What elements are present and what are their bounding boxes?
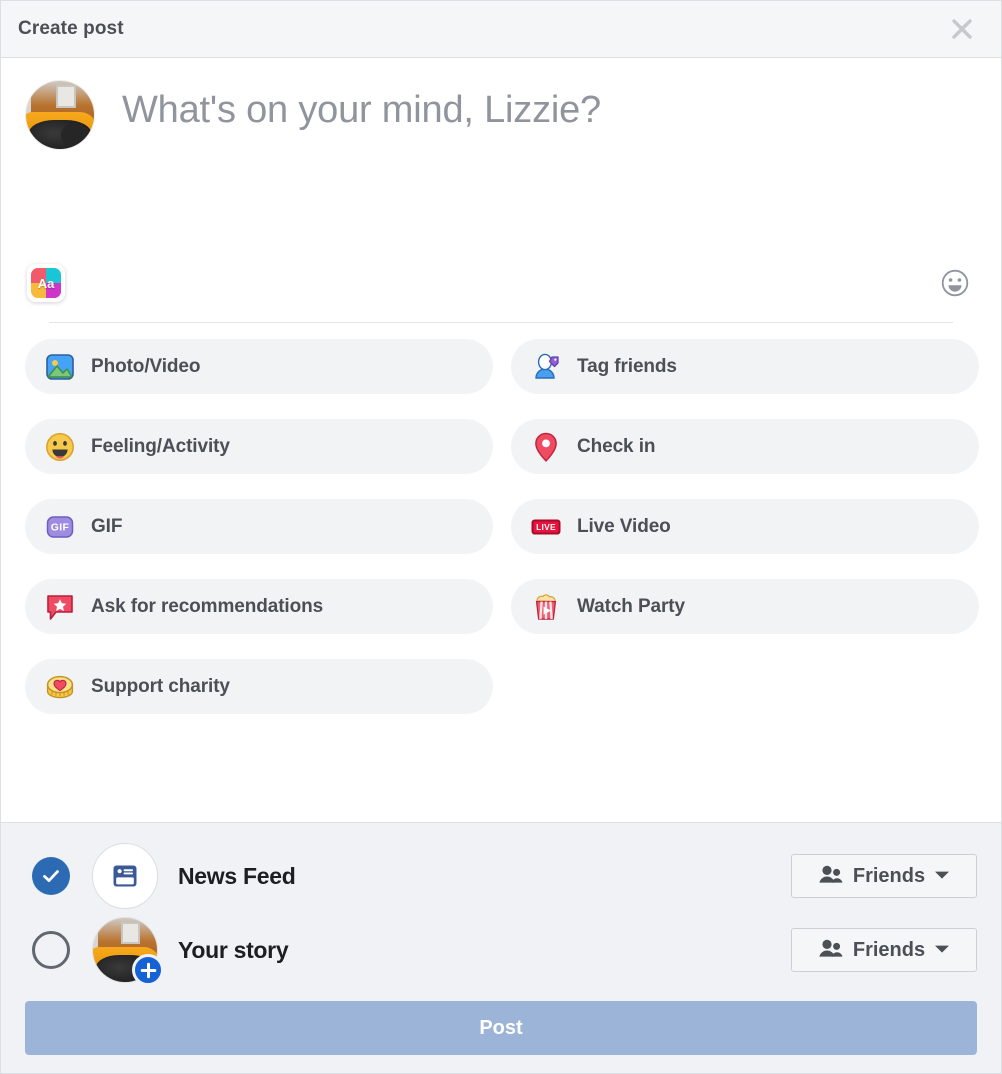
option-live-video[interactable]: LIVE Live Video: [511, 499, 979, 554]
option-label: Photo/Video: [91, 355, 201, 377]
option-label: Watch Party: [577, 595, 686, 617]
create-post-dialog: Create post What's on your mind, Lizzie?: [0, 0, 1002, 1074]
option-label: Ask for recommendations: [91, 595, 324, 617]
audience-label: Friends: [852, 864, 926, 887]
svg-text:LIVE: LIVE: [536, 522, 556, 532]
feeling-activity-icon: [43, 430, 77, 464]
option-watch-party[interactable]: Watch Party: [511, 579, 979, 634]
add-to-story-plus-icon[interactable]: [132, 954, 164, 986]
option-label: GIF: [91, 515, 123, 537]
news-feed-icon: [92, 843, 158, 909]
radio-news-feed[interactable]: [32, 857, 70, 895]
post-button[interactable]: Post: [25, 1001, 977, 1055]
destination-label: News Feed: [178, 862, 296, 889]
gif-icon: GIF: [43, 510, 77, 544]
destination-label: Your story: [178, 936, 289, 963]
option-recommendations[interactable]: Ask for recommendations: [25, 579, 493, 634]
avatar: [25, 80, 95, 150]
option-support-charity[interactable]: Support charity: [25, 659, 493, 714]
aa-background-icon[interactable]: Aa: [27, 264, 65, 302]
post-text-input[interactable]: What's on your mind, Lizzie?: [122, 88, 601, 134]
option-label: Live Video: [577, 515, 671, 537]
tag-friends-icon: [529, 350, 563, 384]
option-label: Support charity: [91, 675, 230, 697]
option-check-in[interactable]: Check in: [511, 419, 979, 474]
option-label: Feeling/Activity: [91, 435, 230, 457]
location-pin-icon: [529, 430, 563, 464]
destination-row-your-story[interactable]: Your story Friends: [25, 913, 977, 987]
close-icon[interactable]: [945, 12, 979, 46]
audience-label: Friends: [852, 938, 926, 961]
radio-your-story[interactable]: [32, 931, 70, 969]
page-title: Create post: [18, 18, 124, 39]
smiley-face-icon[interactable]: [941, 269, 969, 297]
watch-party-icon: [529, 590, 563, 624]
destination-footer: News Feed Friends Your story Friends Pos…: [1, 822, 1001, 1073]
dialog-header: Create post: [1, 1, 1001, 58]
post-options-grid: Photo/Video Tag friends Feeling/Activity…: [1, 323, 1001, 822]
friends-icon: [818, 938, 844, 963]
option-photo-video[interactable]: Photo/Video: [25, 339, 493, 394]
recommendations-icon: [43, 590, 77, 624]
audience-selector-news-feed[interactable]: Friends: [791, 854, 977, 898]
option-feeling-activity[interactable]: Feeling/Activity: [25, 419, 493, 474]
chevron-down-icon: [934, 867, 950, 885]
user-avatar-with-plus: [92, 917, 164, 986]
composer-toolbar: Aa: [25, 262, 977, 304]
option-gif[interactable]: GIF GIF: [25, 499, 493, 554]
chevron-down-icon: [934, 941, 950, 959]
audience-selector-your-story[interactable]: Friends: [791, 928, 977, 972]
option-label: Tag friends: [577, 355, 677, 377]
svg-text:GIF: GIF: [51, 522, 70, 533]
photo-video-icon: [43, 350, 77, 384]
aa-background-label: Aa: [37, 275, 55, 291]
option-tag-friends[interactable]: Tag friends: [511, 339, 979, 394]
friends-icon: [818, 864, 844, 889]
charity-coin-icon: [43, 670, 77, 704]
live-video-icon: LIVE: [529, 510, 563, 544]
option-label: Check in: [577, 435, 656, 457]
composer-area: What's on your mind, Lizzie? Aa: [1, 58, 1001, 323]
destination-row-news-feed[interactable]: News Feed Friends: [25, 839, 977, 913]
